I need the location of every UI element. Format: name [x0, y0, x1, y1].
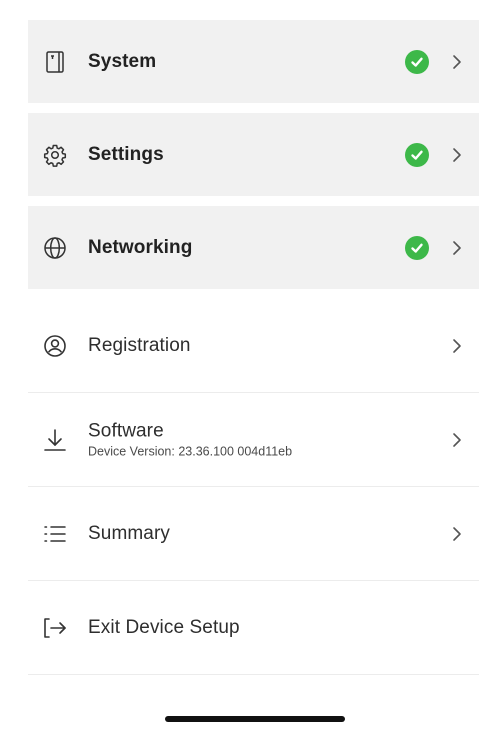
menu-item-label: System — [88, 50, 157, 72]
chevron-right-icon — [451, 53, 463, 71]
menu-item-registration[interactable]: Registration — [28, 299, 479, 393]
menu-item-settings[interactable]: Settings — [28, 113, 479, 196]
chevron-right-icon — [451, 239, 463, 257]
chevron-right-icon — [451, 337, 463, 355]
menu-item-label: Networking — [88, 236, 193, 258]
chevron-right-icon — [451, 431, 463, 449]
menu-item-summary[interactable]: Summary — [28, 487, 479, 581]
chevron-right-icon — [451, 525, 463, 543]
list-icon — [42, 521, 68, 547]
menu-item-text: Settings — [88, 144, 164, 166]
menu-item-text: System — [88, 51, 156, 73]
setup-menu: System Settings Networking Registration … — [28, 20, 479, 675]
menu-item-label: Summary — [88, 522, 170, 544]
exit-icon — [42, 615, 68, 641]
check-icon — [405, 49, 429, 74]
check-icon — [405, 235, 429, 260]
menu-item-label: Registration — [88, 334, 191, 356]
download-icon — [42, 427, 68, 453]
globe-icon — [42, 235, 68, 261]
exit-device-setup-button[interactable]: Exit Device Setup — [28, 581, 479, 675]
user-circle-icon — [42, 333, 68, 359]
menu-item-text: Exit Device Setup — [88, 617, 240, 639]
check-icon — [405, 142, 429, 167]
menu-item-software[interactable]: Software Device Version: 23.36.100 004d1… — [28, 393, 479, 487]
menu-item-text: Summary — [88, 523, 170, 545]
menu-item-text: Registration — [88, 335, 191, 357]
chevron-right-icon — [451, 146, 463, 164]
menu-item-label: Software — [88, 420, 164, 441]
menu-item-networking[interactable]: Networking — [28, 206, 479, 289]
tablet-icon — [42, 49, 68, 75]
menu-item-text: Networking — [88, 237, 192, 259]
device-version-text: Device Version: 23.36.100 004d11eb — [88, 444, 293, 458]
menu-item-text: Software Device Version: 23.36.100 004d1… — [88, 420, 292, 459]
menu-item-label: Exit Device Setup — [88, 616, 240, 638]
menu-item-system[interactable]: System — [28, 20, 479, 103]
device-setup-screen: System Settings Networking Registration … — [0, 0, 479, 729]
gear-icon — [42, 142, 68, 168]
menu-item-label: Settings — [88, 143, 164, 165]
home-indicator[interactable] — [165, 716, 345, 722]
